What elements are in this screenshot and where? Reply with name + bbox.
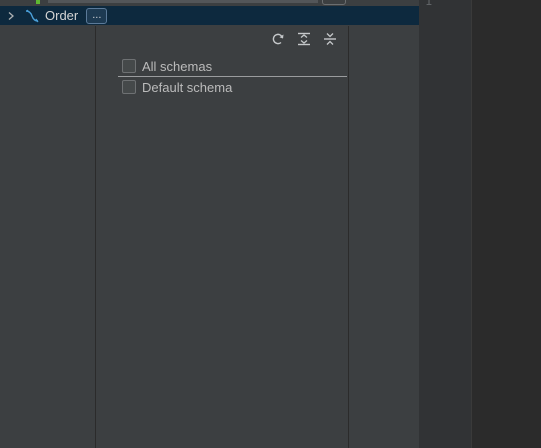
- schema-selection-popup: All schemas Default schema: [95, 26, 349, 448]
- previous-tree-row: [0, 0, 419, 5]
- status-dot-icon: [36, 0, 40, 4]
- more-options-button[interactable]: ...: [86, 7, 108, 24]
- tree-node-order[interactable]: Order ...: [0, 6, 419, 25]
- node-label: Order: [45, 8, 79, 23]
- schema-list: All schemas Default schema: [118, 56, 347, 97]
- expand-all-icon[interactable]: [296, 31, 312, 47]
- mysql-dolphin-icon: [24, 9, 40, 23]
- editor-gutter: 1: [419, 0, 472, 448]
- schema-item-label: Default schema: [142, 79, 233, 95]
- line-number: 1: [425, 0, 433, 8]
- chevron-right-icon[interactable]: [6, 10, 18, 22]
- schema-item-label: All schemas: [142, 58, 213, 74]
- previous-row-button[interactable]: [322, 0, 346, 5]
- checkbox[interactable]: [122, 80, 136, 94]
- schema-item-default[interactable]: Default schema: [118, 77, 347, 97]
- database-explorer-panel: Order ... All schemas Default schema: [0, 0, 419, 448]
- popup-toolbar: [270, 31, 338, 47]
- checkbox[interactable]: [122, 59, 136, 73]
- refresh-icon[interactable]: [270, 31, 286, 47]
- editor-pane: 1: [419, 0, 541, 448]
- schema-item-all[interactable]: All schemas: [118, 56, 347, 77]
- collapse-all-icon[interactable]: [322, 31, 338, 47]
- previous-row-text: [48, 0, 318, 3]
